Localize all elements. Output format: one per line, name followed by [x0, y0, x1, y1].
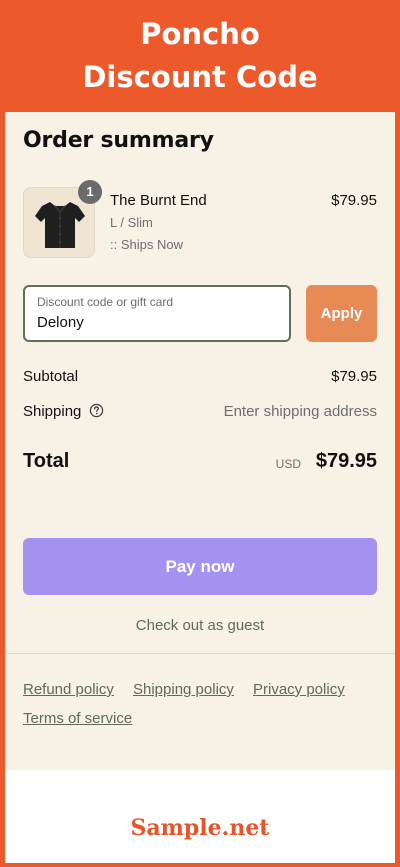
shipping-policy-link[interactable]: Shipping policy: [133, 681, 234, 698]
total-label: Total: [23, 450, 70, 472]
privacy-policy-link[interactable]: Privacy policy: [253, 681, 345, 698]
quantity-badge: 1: [78, 180, 102, 204]
total-currency: USD: [275, 457, 301, 471]
shipping-value: Enter shipping address: [223, 403, 377, 420]
pay-now-button[interactable]: Pay now: [23, 538, 377, 595]
terms-of-service-link[interactable]: Terms of service: [23, 710, 132, 727]
header-title-line2: Discount Code: [82, 60, 318, 94]
discount-code-input[interactable]: Discount code or gift card Delony: [23, 285, 291, 342]
order-summary-title: Order summary: [23, 128, 214, 153]
checkout-panel: Order summary 1 The Burnt End L / Slim :…: [5, 112, 395, 770]
header-title-line1: Poncho: [140, 17, 260, 51]
discount-input-value: Delony: [37, 314, 84, 331]
guest-checkout-link[interactable]: Check out as guest: [5, 617, 395, 634]
footer-brand-logo: Sample.net: [130, 815, 270, 841]
divider: [5, 653, 395, 654]
total-value: $79.95: [315, 450, 377, 472]
subtotal-value: $79.95: [331, 368, 377, 385]
apply-discount-button[interactable]: Apply: [306, 285, 377, 342]
subtotal-label: Subtotal: [23, 368, 79, 385]
discount-input-label: Discount code or gift card: [37, 295, 174, 309]
product-shipping-note: :: Ships Now: [110, 237, 183, 252]
page-header: Poncho Discount Code: [0, 0, 400, 112]
product-price: $79.95: [331, 192, 377, 209]
shirt-icon: [35, 202, 85, 248]
question-circle-icon[interactable]: [89, 403, 104, 418]
shipping-label: Shipping: [23, 403, 82, 420]
product-name: The Burnt End: [110, 192, 207, 209]
refund-policy-link[interactable]: Refund policy: [23, 681, 114, 698]
product-variant: L / Slim: [110, 215, 153, 230]
footer: Sample.net: [5, 770, 395, 863]
